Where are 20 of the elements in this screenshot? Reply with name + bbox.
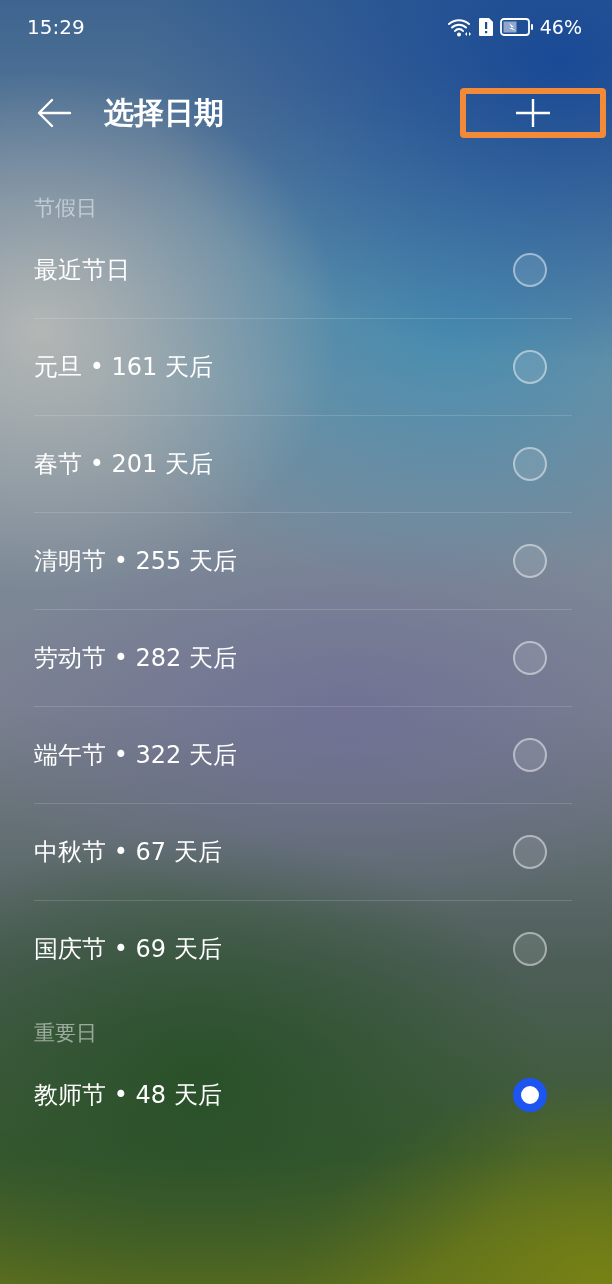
add-icon[interactable] bbox=[515, 98, 551, 128]
status-time: 15:29 bbox=[27, 15, 85, 39]
date-option[interactable]: 中秋节 • 67 天后 bbox=[34, 836, 222, 868]
radio-button[interactable] bbox=[513, 1078, 547, 1112]
date-option[interactable]: 春节 • 201 天后 bbox=[34, 448, 213, 480]
sim-alert-icon bbox=[477, 17, 494, 37]
battery-percentage: 46% bbox=[539, 16, 582, 38]
date-option[interactable]: 教师节 • 48 天后 bbox=[34, 1079, 222, 1111]
battery-charging-icon bbox=[499, 18, 534, 36]
date-option[interactable]: 国庆节 • 69 天后 bbox=[34, 933, 222, 965]
page-title: 选择日期 bbox=[104, 93, 225, 132]
section-label: 节假日 bbox=[34, 195, 98, 222]
date-option[interactable]: 端午节 • 322 天后 bbox=[34, 739, 237, 771]
wifi-icon bbox=[447, 17, 472, 37]
date-option[interactable]: 劳动节 • 282 天后 bbox=[34, 642, 237, 674]
date-option[interactable]: 最近节日 bbox=[34, 254, 130, 286]
date-option[interactable]: 元旦 • 161 天后 bbox=[34, 351, 213, 383]
section-label: 重要日 bbox=[34, 1020, 98, 1047]
date-option[interactable]: 清明节 • 255 天后 bbox=[34, 545, 237, 577]
back-arrow-icon[interactable] bbox=[36, 97, 72, 129]
